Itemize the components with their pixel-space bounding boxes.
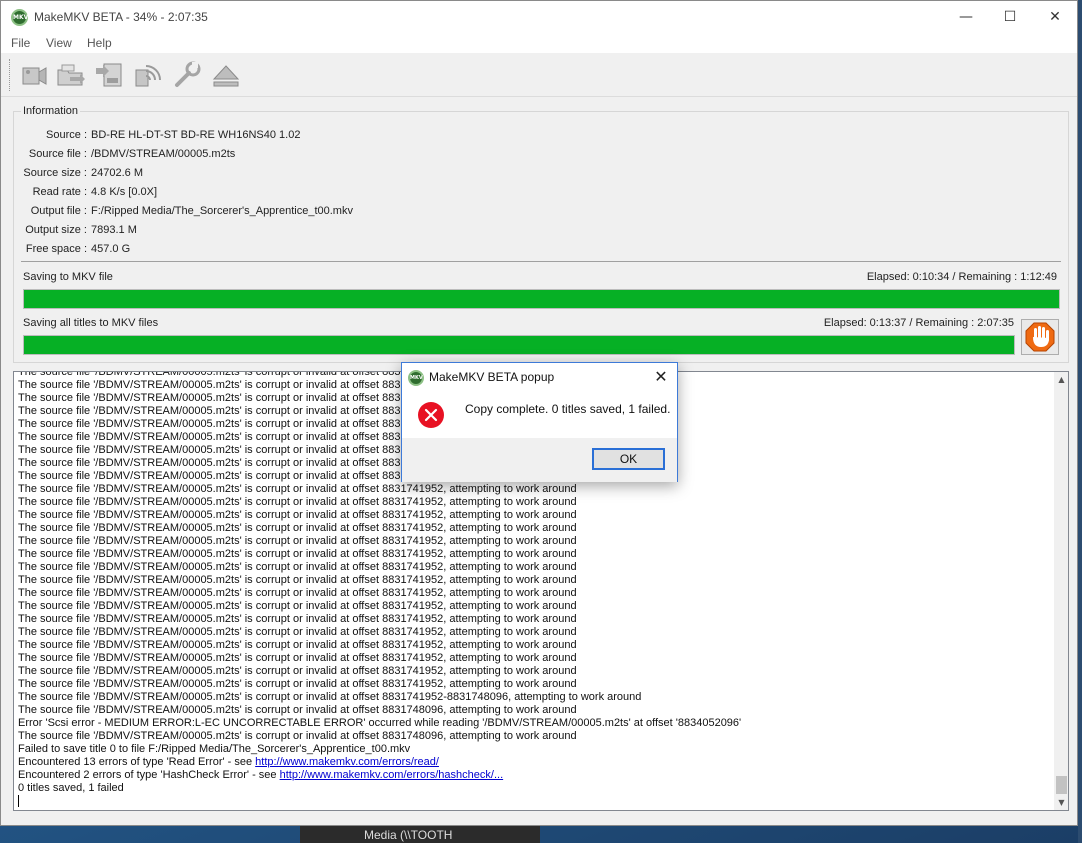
stream-icon (135, 65, 161, 87)
log-line: The source file '/BDMV/STREAM/00005.m2ts… (18, 691, 642, 703)
ok-button[interactable]: OK (592, 448, 665, 470)
scroll-up-arrow-icon[interactable]: ▲ (1054, 372, 1068, 387)
error-help-link[interactable]: http://www.makemkv.com/errors/read/ (255, 756, 439, 768)
log-line: The source file '/BDMV/STREAM/00005.m2ts… (18, 561, 577, 573)
log-text-caret (18, 795, 1048, 808)
log-line: The source file '/BDMV/STREAM/00005.m2ts… (18, 613, 577, 625)
log-line-final: 0 titles saved, 1 failed (18, 782, 124, 794)
open-files-button[interactable] (19, 60, 49, 90)
popup-message: Copy complete. 0 titles saved, 1 failed. (465, 402, 671, 416)
log-line-with-link: Encountered 13 errors of type 'Read Erro… (18, 756, 1048, 769)
info-label: Source : (46, 129, 87, 141)
log-line: The source file '/BDMV/STREAM/00005.m2ts… (18, 639, 577, 651)
separator (21, 261, 1061, 262)
log-line: The source file '/BDMV/STREAM/00005.m2ts… (18, 522, 577, 534)
log-line: The source file '/BDMV/STREAM/00005.m2ts… (18, 509, 577, 521)
popup-dialog: MKV MakeMKV BETA popup ✕ Copy complete. … (401, 362, 678, 482)
log-line: The source file '/BDMV/STREAM/00005.m2ts… (18, 626, 577, 638)
log-line: The source file '/BDMV/STREAM/00005.m2ts… (18, 548, 577, 560)
log-line-with-link: Encountered 2 errors of type 'HashCheck … (18, 769, 1048, 782)
stop-button[interactable] (1021, 319, 1059, 355)
total-progress-times: Elapsed: 0:13:37 / Remaining : 2:07:35 (823, 317, 1014, 329)
log-line: The source file '/BDMV/STREAM/00005.m2ts… (18, 535, 577, 547)
desktop-edge (1078, 0, 1082, 843)
log-line-text: Encountered 13 errors of type 'Read Erro… (18, 756, 256, 768)
taskbar-item-label: Media (\\TOOTH (364, 828, 453, 842)
popup-title-bar[interactable]: MKV MakeMKV BETA popup ✕ (402, 363, 677, 391)
log-line: The source file '/BDMV/STREAM/00005.m2ts… (18, 587, 577, 599)
menu-view[interactable]: View (46, 36, 72, 50)
stop-hand-icon (1025, 322, 1055, 352)
makemkv-app-icon: MKV (11, 9, 28, 26)
stream-button[interactable] (134, 60, 164, 90)
scrollbar-thumb[interactable] (1056, 776, 1067, 794)
popup-close-button[interactable]: ✕ (647, 365, 675, 389)
info-value: 457.0 G (91, 243, 131, 255)
current-progress-label: Saving to MKV file (23, 271, 113, 283)
popup-title: MakeMKV BETA popup (429, 370, 555, 384)
popup-footer: OK (402, 438, 677, 482)
open-disc-icon (57, 64, 85, 86)
close-button[interactable]: ✕ (1032, 1, 1078, 33)
information-group-title: Information (21, 105, 81, 117)
toolbar (1, 53, 1077, 97)
log-line: The source file '/BDMV/STREAM/00005.m2ts… (18, 678, 577, 690)
info-label: Output size : (25, 224, 87, 236)
log-line: The source file '/BDMV/STREAM/00005.m2ts… (18, 652, 577, 664)
log-line: The source file '/BDMV/STREAM/00005.m2ts… (18, 600, 577, 612)
maximize-button[interactable]: ☐ (987, 1, 1033, 33)
window-title: MakeMKV BETA - 34% - 2:07:35 (34, 10, 208, 24)
total-progress-fill (24, 336, 1014, 354)
scroll-down-arrow-icon[interactable]: ▼ (1054, 795, 1068, 810)
log-line: The source file '/BDMV/STREAM/00005.m2ts… (18, 665, 577, 677)
info-value: 7893.1 M (91, 224, 137, 236)
log-line: Failed to save title 0 to file F:/Ripped… (18, 743, 411, 755)
eject-button[interactable] (211, 60, 241, 90)
info-value: /BDMV/STREAM/00005.m2ts (91, 148, 236, 160)
menu-help[interactable]: Help (87, 36, 112, 50)
open-disc-button[interactable] (56, 60, 86, 90)
log-scrollbar[interactable]: ▲ ▼ (1054, 372, 1068, 810)
log-line-text: Encountered 2 errors of type 'HashCheck … (18, 769, 280, 781)
info-label: Source size : (23, 167, 87, 179)
info-label: Read rate : (32, 186, 87, 198)
taskbar-item[interactable]: Media (\\TOOTH (300, 826, 540, 843)
backup-icon (96, 63, 122, 87)
preferences-button[interactable] (172, 60, 202, 90)
log-line: The source file '/BDMV/STREAM/00005.m2ts… (18, 496, 577, 508)
minimize-button[interactable]: — (943, 1, 989, 33)
info-value: BD-RE HL-DT-ST BD-RE WH16NS40 1.02 (91, 129, 301, 141)
preferences-icon (175, 61, 201, 87)
error-help-link[interactable]: http://www.makemkv.com/errors/hashcheck/… (280, 769, 504, 781)
menu-bar: File View Help (1, 33, 1077, 53)
total-progress-bar (23, 335, 1015, 355)
current-progress-bar (23, 289, 1060, 309)
info-label: Output file : (30, 205, 87, 217)
eject-icon (212, 65, 240, 87)
log-line: Error 'Scsi error - MEDIUM ERROR:L-EC UN… (18, 717, 742, 729)
log-line: The source file '/BDMV/STREAM/00005.m2ts… (18, 730, 577, 742)
title-bar[interactable]: MKV MakeMKV BETA - 34% - 2:07:35 — ☐ ✕ (1, 1, 1077, 33)
menu-file[interactable]: File (11, 36, 30, 50)
total-progress-label: Saving all titles to MKV files (23, 317, 159, 329)
log-line: The source file '/BDMV/STREAM/00005.m2ts… (18, 704, 577, 716)
error-icon (418, 402, 444, 428)
current-progress-times: Elapsed: 0:10:34 / Remaining : 1:12:49 (866, 271, 1057, 283)
info-label: Source file : (28, 148, 87, 160)
log-line: The source file '/BDMV/STREAM/00005.m2ts… (18, 574, 577, 586)
backup-button[interactable] (94, 60, 124, 90)
makemkv-app-icon: MKV (408, 370, 424, 386)
info-label: Free space : (25, 243, 87, 255)
toolbar-grip[interactable] (9, 59, 11, 91)
info-value: F:/Ripped Media/The_Sorcerer's_Apprentic… (91, 205, 353, 217)
log-line: The source file '/BDMV/STREAM/00005.m2ts… (18, 483, 577, 495)
info-value: 24702.6 M (91, 167, 143, 179)
current-progress-fill (24, 290, 1059, 308)
info-value: 4.8 K/s [0.0X] (91, 186, 158, 198)
open-files-icon (22, 67, 47, 85)
